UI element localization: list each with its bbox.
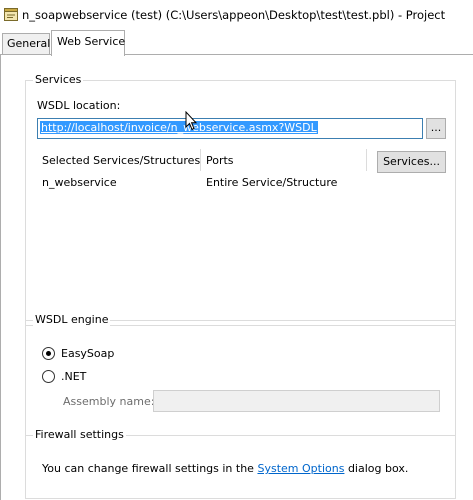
services-button[interactable]: Services... (377, 151, 446, 173)
dotnet-radio[interactable] (42, 370, 55, 383)
assembly-name-label: Assembly name: (63, 395, 155, 408)
system-options-link[interactable]: System Options (257, 462, 344, 475)
tab-general[interactable]: General (2, 33, 50, 54)
dotnet-label[interactable]: .NET (61, 370, 86, 383)
firewall-text-before: You can change firewall settings in the (42, 462, 254, 475)
tab-strip: General Web Service (0, 30, 473, 56)
column-header-services: Selected Services/Structures (42, 154, 201, 167)
firewall-text-after: dialog box. (347, 462, 409, 475)
web-service-panel: Services WSDL location: http://localhost… (0, 55, 473, 500)
firewall-settings-group: Firewall settings You can change firewal… (25, 428, 456, 499)
wsdl-engine-group: WSDL engine EasySoap .NET Assembly name: (25, 313, 456, 436)
assembly-name-input[interactable] (153, 390, 440, 412)
firewall-text: You can change firewall settings in the … (42, 462, 408, 475)
firewall-group-label: Firewall settings (33, 428, 126, 441)
wsdl-location-input[interactable]: http://localhost/invoice/n_webservice.as… (37, 118, 423, 139)
column-divider (200, 149, 201, 171)
column-divider (366, 149, 367, 171)
services-group: Services WSDL location: http://localhost… (25, 73, 456, 326)
mouse-cursor-icon (185, 111, 197, 131)
easysoap-radio[interactable] (42, 347, 55, 360)
window-title: n_soapwebservice (test) (C:\Users\appeon… (22, 8, 446, 22)
browse-wsdl-button[interactable]: ... (426, 118, 446, 139)
wsdl-location-value: http://localhost/invoice/n_webservice.as… (40, 121, 318, 134)
services-group-label: Services (33, 73, 84, 86)
title-bar: n_soapwebservice (test) (C:\Users\appeon… (0, 0, 473, 30)
tab-web-service[interactable]: Web Service (51, 30, 125, 56)
column-header-ports: Ports (206, 154, 234, 167)
easysoap-label[interactable]: EasySoap (61, 347, 114, 360)
service-name: n_webservice (42, 176, 117, 189)
service-port: Entire Service/Structure (206, 176, 338, 189)
wsdl-location-label: WSDL location: (37, 99, 121, 112)
wsdl-engine-group-label: WSDL engine (33, 313, 111, 326)
project-icon (4, 8, 18, 21)
